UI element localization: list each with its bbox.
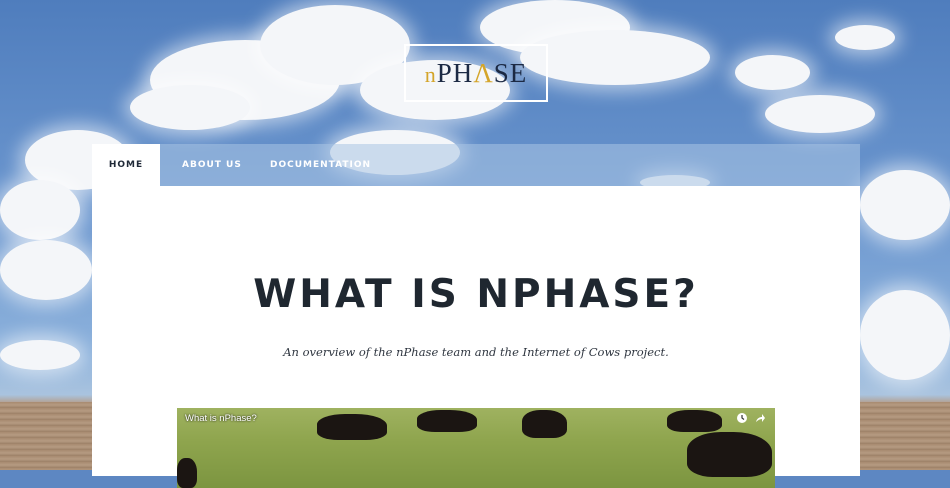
logo-suffix: SE — [493, 57, 528, 88]
cloud — [835, 25, 895, 50]
nav-about-us[interactable]: ABOUT US — [182, 144, 242, 186]
cloud — [765, 95, 875, 133]
nav-home[interactable]: HOME — [92, 144, 160, 186]
share-icon[interactable] — [754, 412, 766, 424]
page-title: WHAT IS NPHASE? — [253, 272, 699, 317]
cow-image — [667, 410, 722, 432]
site-logo[interactable]: nPHΛSE — [404, 44, 548, 102]
video-player[interactable]: What is nPhase? — [177, 408, 775, 488]
cloud — [130, 85, 250, 130]
cloud — [520, 30, 710, 85]
cow-image — [522, 410, 567, 438]
logo-main: PH — [436, 57, 474, 88]
cloud — [735, 55, 810, 90]
clock-icon[interactable] — [736, 412, 748, 424]
logo-prefix: n — [424, 61, 437, 87]
logo-accent: Λ — [473, 57, 494, 88]
cloud — [860, 170, 950, 240]
logo-wordmark: nPHΛSE — [425, 58, 528, 89]
cloud — [0, 340, 80, 370]
cow-image — [687, 432, 772, 477]
main-navbar: HOME ABOUT US DOCUMENTATION — [92, 144, 860, 186]
nav-documentation[interactable]: DOCUMENTATION — [270, 144, 371, 186]
cloud — [0, 180, 80, 240]
page-subtitle: An overview of the nPhase team and the I… — [283, 345, 669, 359]
video-title[interactable]: What is nPhase? — [185, 413, 257, 424]
cow-image — [177, 458, 197, 488]
cow-image — [417, 410, 477, 432]
content-panel: WHAT IS NPHASE? An overview of the nPhas… — [92, 186, 860, 488]
cow-image — [317, 414, 387, 440]
cloud — [0, 240, 92, 300]
cloud — [860, 290, 950, 380]
